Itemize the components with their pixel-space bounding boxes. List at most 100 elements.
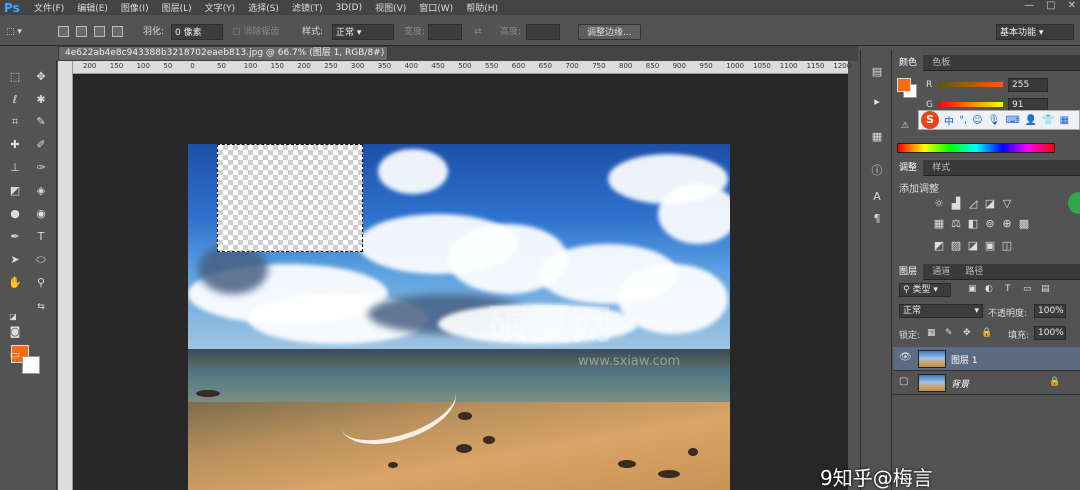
magic-wand-tool-icon[interactable]: ✱	[32, 93, 50, 107]
style-select[interactable]: 正常 ▾	[332, 24, 394, 40]
menu-edit[interactable]: 编辑(E)	[77, 1, 108, 14]
swap-dimensions-icon[interactable]: ⇄	[474, 24, 482, 40]
r-value-input[interactable]: 255	[1008, 78, 1048, 92]
layer-kind-filter[interactable]: ⚲ 类型 ▾	[899, 283, 951, 297]
layer-row[interactable]: ▢ 背景 🔒	[893, 371, 1080, 395]
actions-panel-icon[interactable]: ▸	[869, 95, 885, 109]
marquee-tool-preset-icon[interactable]: ⬚ ▾	[6, 24, 22, 40]
intersect-selection-icon[interactable]	[112, 26, 123, 37]
canvas-area[interactable]: 硕夏网 www.sxiaw.com	[73, 74, 848, 490]
ruler-left[interactable]	[58, 74, 73, 490]
tab-layers[interactable]: 图层	[893, 264, 924, 280]
opacity-input[interactable]: 100%	[1034, 304, 1066, 318]
brightness-icon[interactable]: ☼	[933, 198, 945, 210]
filter-pixel-icon[interactable]: ▣	[968, 284, 977, 294]
width-input[interactable]	[428, 24, 462, 40]
layer-row[interactable]: 👁 图层 1	[893, 347, 1080, 371]
keyboard-icon[interactable]: ⌨	[1005, 115, 1019, 126]
eraser-tool-icon[interactable]: ◩	[6, 184, 24, 198]
restore-button[interactable]: □	[1046, 0, 1055, 11]
anti-alias-checkbox[interactable]: ▢ 消除锯齿	[232, 24, 279, 40]
marquee-tool-icon[interactable]: ⬚	[6, 70, 24, 84]
selective-color-icon[interactable]: ▣	[984, 240, 996, 252]
subtract-selection-icon[interactable]	[94, 26, 105, 37]
hand-tool-icon[interactable]: ✋	[6, 276, 24, 290]
vibrance-icon[interactable]: ▽	[1001, 198, 1013, 210]
filter-type-icon[interactable]: T	[1005, 284, 1011, 294]
dodge-tool-icon[interactable]: ◉	[32, 207, 50, 221]
menu-layer[interactable]: 图层(L)	[162, 1, 192, 14]
zoom-tool-icon[interactable]: ⚲	[32, 276, 50, 290]
paragraph-panel-icon[interactable]: ¶	[869, 212, 885, 226]
lock-transparent-icon[interactable]: ▦	[927, 328, 936, 338]
eyedropper-tool-icon[interactable]: ✎	[32, 115, 50, 129]
document-tab[interactable]: 4e622ab4e8c943388b3218702eaeb813.jpg @ 6…	[58, 46, 388, 61]
blur-tool-icon[interactable]: ●	[6, 207, 24, 221]
tab-swatches[interactable]: 色板	[926, 55, 956, 71]
character-panel-icon[interactable]: A	[869, 190, 885, 204]
color-spectrum-ramp[interactable]	[897, 143, 1055, 153]
fill-input[interactable]: 100%	[1034, 326, 1066, 340]
refine-edge-button[interactable]: 调整边缘...	[578, 24, 641, 40]
brush-tool-icon[interactable]: ✐	[32, 138, 50, 152]
emoji-icon[interactable]: ☺	[972, 115, 982, 126]
history-brush-tool-icon[interactable]: ✑	[32, 161, 50, 175]
photo-filter-icon[interactable]: ⊚	[984, 218, 996, 230]
punctuation-icon[interactable]: °,	[959, 115, 967, 126]
properties-panel-icon[interactable]: ▦	[869, 130, 885, 144]
default-colors-icon[interactable]: ◪	[4, 310, 22, 324]
filter-smart-icon[interactable]: ▤	[1041, 284, 1050, 294]
black-white-icon[interactable]: ◧	[967, 218, 979, 230]
filter-shape-icon[interactable]: ▭	[1023, 284, 1032, 294]
menu-help[interactable]: 帮助(H)	[466, 1, 498, 14]
threshold-icon[interactable]: ◪	[967, 240, 979, 252]
gradient-map-icon[interactable]: ◫	[1001, 240, 1013, 252]
hue-saturation-icon[interactable]: ▦	[933, 218, 945, 230]
tab-adjustments[interactable]: 调整	[893, 160, 924, 176]
menu-view[interactable]: 视图(V)	[375, 1, 406, 14]
new-selection-icon[interactable]	[58, 26, 69, 37]
levels-icon[interactable]: ▟	[950, 198, 962, 210]
menu-type[interactable]: 文字(Y)	[205, 1, 236, 14]
healing-brush-tool-icon[interactable]: ✚	[6, 138, 24, 152]
crop-tool-icon[interactable]: ⌗	[6, 115, 24, 129]
paint-bucket-tool-icon[interactable]: ◈	[32, 184, 50, 198]
background-color-swatch[interactable]	[22, 356, 40, 374]
transparent-selection[interactable]	[217, 144, 363, 252]
lock-position-icon[interactable]: ✥	[963, 328, 971, 338]
curves-icon[interactable]: ◿	[967, 198, 979, 210]
pen-tool-icon[interactable]: ✒	[6, 230, 24, 244]
blend-mode-select[interactable]: 正常 ▾	[899, 304, 983, 318]
gamut-warning-icon[interactable]: ⚠	[901, 121, 909, 131]
channel-mixer-icon[interactable]: ⊕	[1001, 218, 1013, 230]
ellipse-tool-icon[interactable]: ⬭	[32, 253, 50, 267]
tab-channels[interactable]: 通道	[926, 264, 956, 280]
menu-select[interactable]: 选择(S)	[248, 1, 279, 14]
quick-mask-icon[interactable]: ◙	[6, 325, 24, 339]
shirt-icon[interactable]: 👕	[1042, 115, 1054, 126]
workspace-select[interactable]: 基本功能 ▾	[996, 24, 1074, 40]
filter-adjust-icon[interactable]: ◐	[985, 284, 993, 294]
type-tool-icon[interactable]: T	[32, 230, 50, 244]
feather-input[interactable]: 0 像素	[171, 24, 223, 40]
swap-colors-icon[interactable]: ⇆	[32, 300, 50, 314]
history-panel-icon[interactable]: ▤	[869, 65, 885, 79]
beach-photo[interactable]: 硕夏网 www.sxiaw.com	[188, 144, 730, 490]
g-slider[interactable]	[938, 102, 1003, 107]
screen-mode-icon[interactable]: ▭	[6, 348, 24, 362]
path-selection-tool-icon[interactable]: ➤	[6, 253, 24, 267]
color-balance-icon[interactable]: ⚖	[950, 218, 962, 230]
menu-filter[interactable]: 滤镜(T)	[292, 1, 323, 14]
panel-foreground-swatch[interactable]	[897, 78, 911, 92]
tab-color[interactable]: 颜色	[893, 55, 924, 71]
close-button[interactable]: ✕	[1068, 0, 1076, 11]
info-panel-icon[interactable]: ⓘ	[869, 162, 885, 177]
menu-file[interactable]: 文件(F)	[34, 1, 64, 14]
height-input[interactable]	[526, 24, 560, 40]
input-method-bar[interactable]: S 中 °, ☺ 🎙 ⌨ 👤 👕 ▦	[918, 110, 1080, 130]
posterize-icon[interactable]: ▨	[950, 240, 962, 252]
lock-all-icon[interactable]: 🔒	[981, 328, 992, 338]
ruler-top[interactable]: 200 150 100 50 0 50 100 150 200 250 300 350 400 450 50…	[73, 61, 851, 74]
clone-stamp-tool-icon[interactable]: ⊥	[6, 161, 24, 175]
visibility-toggle-icon[interactable]: ▢	[899, 376, 908, 387]
